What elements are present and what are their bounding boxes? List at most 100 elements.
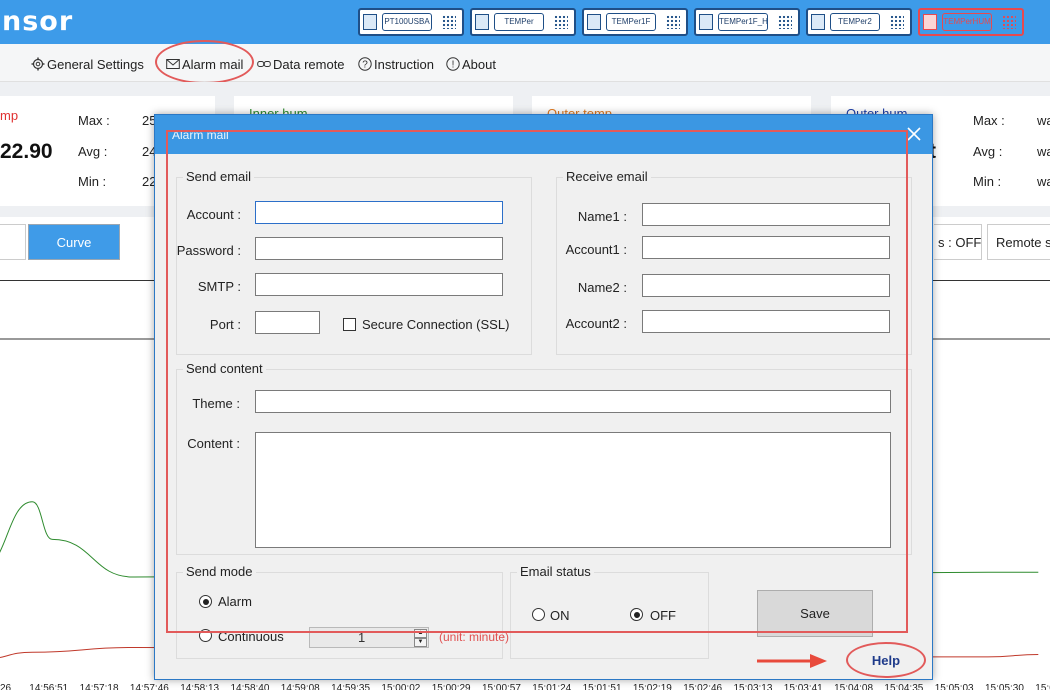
group-title: Send email: [183, 169, 255, 184]
question-icon: ?: [358, 57, 372, 71]
min-label: Min :: [78, 174, 107, 189]
alarm-radio[interactable]: [199, 595, 212, 608]
x-tick-label: 15:05:03: [934, 683, 974, 690]
menu-instruction-label: Instruction: [374, 56, 434, 72]
status-off-radio[interactable]: [630, 608, 643, 621]
menu-data-remote[interactable]: Data remote: [257, 55, 345, 73]
gear-icon: [31, 57, 45, 71]
receive-email-group: Receive email Name1 : Account1 : Name2 :…: [556, 169, 912, 355]
menu-about[interactable]: ! About: [446, 55, 496, 73]
remote-button[interactable]: Remote s: [987, 224, 1050, 260]
x-tick-label: 15:04:35: [884, 683, 924, 690]
name1-label: Name1 :: [577, 209, 627, 224]
usb-plug-icon: [699, 14, 713, 30]
email-status-group: Email status ON OFF: [510, 564, 709, 659]
group-title: Send content: [183, 361, 266, 376]
password-label: Password :: [176, 243, 241, 258]
usb-plug-icon: [475, 14, 489, 30]
send-account-input[interactable]: [255, 201, 503, 224]
ssl-checkbox[interactable]: [343, 318, 356, 331]
dialog-title: Alarm mail: [172, 128, 229, 142]
x-tick-label: 14:58:40: [230, 683, 270, 690]
send-email-group: Send email Account : Password : SMTP : P…: [176, 169, 532, 355]
device-label: TEMPer1F: [606, 13, 656, 31]
avg-value: wa: [1037, 144, 1050, 159]
x-tick-label: 15:02:19: [632, 683, 672, 690]
usb-plug-icon: [923, 14, 937, 30]
ssl-label: Secure Connection (SSL): [362, 317, 510, 332]
menu-general-settings[interactable]: General Settings: [31, 55, 144, 73]
device-tab-temper[interactable]: TEMPer: [470, 8, 576, 36]
device-label: TEMPer2: [830, 13, 880, 31]
save-button[interactable]: Save: [757, 590, 873, 637]
device-tab-temper2[interactable]: TEMPer2: [806, 8, 912, 36]
continuous-radio-label: Continuous: [218, 629, 284, 644]
alarm-status-button[interactable]: s : OFF: [934, 224, 982, 260]
device-tab-temper1f-h1[interactable]: TEMPer1F_H1: [694, 8, 800, 36]
spin-down-icon[interactable]: ▼: [414, 638, 427, 647]
link-icon: [257, 61, 271, 67]
svg-text:?: ?: [362, 60, 368, 71]
device-tab-temper1f[interactable]: TEMPer1F: [582, 8, 688, 36]
svg-text:!: !: [452, 60, 455, 71]
grip-icon: [554, 15, 568, 29]
content-textarea[interactable]: [255, 432, 891, 548]
send-mode-group: Send mode Alarm Continuous 1 ▲ ▼ (unit: …: [176, 564, 509, 659]
continuous-radio[interactable]: [199, 629, 212, 642]
menu-instruction[interactable]: ? Instruction: [358, 55, 434, 73]
menu-general-settings-label: General Settings: [47, 56, 144, 72]
device-label: TEMPer: [494, 13, 544, 31]
grip-icon: [666, 15, 680, 29]
x-tick-label: 15:05:30: [985, 683, 1024, 690]
smtp-label: SMTP :: [197, 279, 241, 294]
content-label: Content :: [187, 436, 240, 451]
account2-input[interactable]: [642, 310, 890, 333]
usb-plug-icon: [363, 14, 377, 30]
x-tick-label: 15:03:41: [783, 683, 823, 690]
x-tick-label: 15:04:08: [834, 683, 874, 690]
x-tick-label: 15:01:24: [532, 683, 572, 690]
unit-note: (unit: minute): [439, 630, 510, 644]
avg-label: Avg :: [78, 144, 108, 159]
x-tick-label: 14:59:08: [280, 683, 320, 690]
x-tick-label: 14:57:46: [129, 683, 169, 690]
help-button[interactable]: Help: [846, 642, 926, 678]
grip-icon: [890, 15, 904, 29]
password-input[interactable]: [255, 237, 503, 260]
annotation-arrow-icon: [757, 654, 827, 668]
x-tick-label: 15:00:02: [381, 683, 421, 690]
device-tab-temperhum[interactable]: TEMPerHUM: [918, 8, 1024, 36]
close-icon[interactable]: [904, 124, 924, 144]
list-view-button[interactable]: [0, 224, 26, 260]
curve-view-button[interactable]: Curve: [28, 224, 120, 260]
interval-spinbox[interactable]: 1 ▲ ▼: [309, 627, 429, 648]
port-label: Port :: [209, 317, 241, 332]
x-tick-label: 14:59:35: [331, 683, 371, 690]
group-title: Send mode: [183, 564, 256, 579]
group-title: Receive email: [563, 169, 651, 184]
x-tick-label: 15:02:46: [683, 683, 723, 690]
info-icon: !: [446, 57, 460, 71]
x-tick-label: 26: [0, 683, 12, 690]
x-tick-label: 15:03:13: [733, 683, 773, 690]
name2-input[interactable]: [642, 274, 890, 297]
menu-about-label: About: [462, 56, 496, 72]
smtp-input[interactable]: [255, 273, 503, 296]
spin-up-icon[interactable]: ▲: [414, 629, 427, 638]
x-tick-label: 14:56:51: [29, 683, 69, 690]
name2-label: Name2 :: [577, 280, 627, 295]
account1-label: Account1 :: [565, 242, 627, 257]
x-tick-label: 15:00:29: [431, 683, 471, 690]
current-value: 22.90: [0, 140, 53, 163]
max-label: Max :: [973, 113, 1005, 128]
usb-plug-icon: [811, 14, 825, 30]
port-input[interactable]: [255, 311, 320, 334]
account1-input[interactable]: [642, 236, 890, 259]
status-on-label: ON: [550, 608, 570, 623]
device-tab-pt100usba[interactable]: PT100USBA: [358, 8, 464, 36]
device-label: TEMPerHUM: [942, 13, 992, 31]
name1-input[interactable]: [642, 203, 890, 226]
theme-input[interactable]: [255, 390, 891, 413]
status-on-radio[interactable]: [532, 608, 545, 621]
min-value: wa: [1037, 174, 1050, 189]
